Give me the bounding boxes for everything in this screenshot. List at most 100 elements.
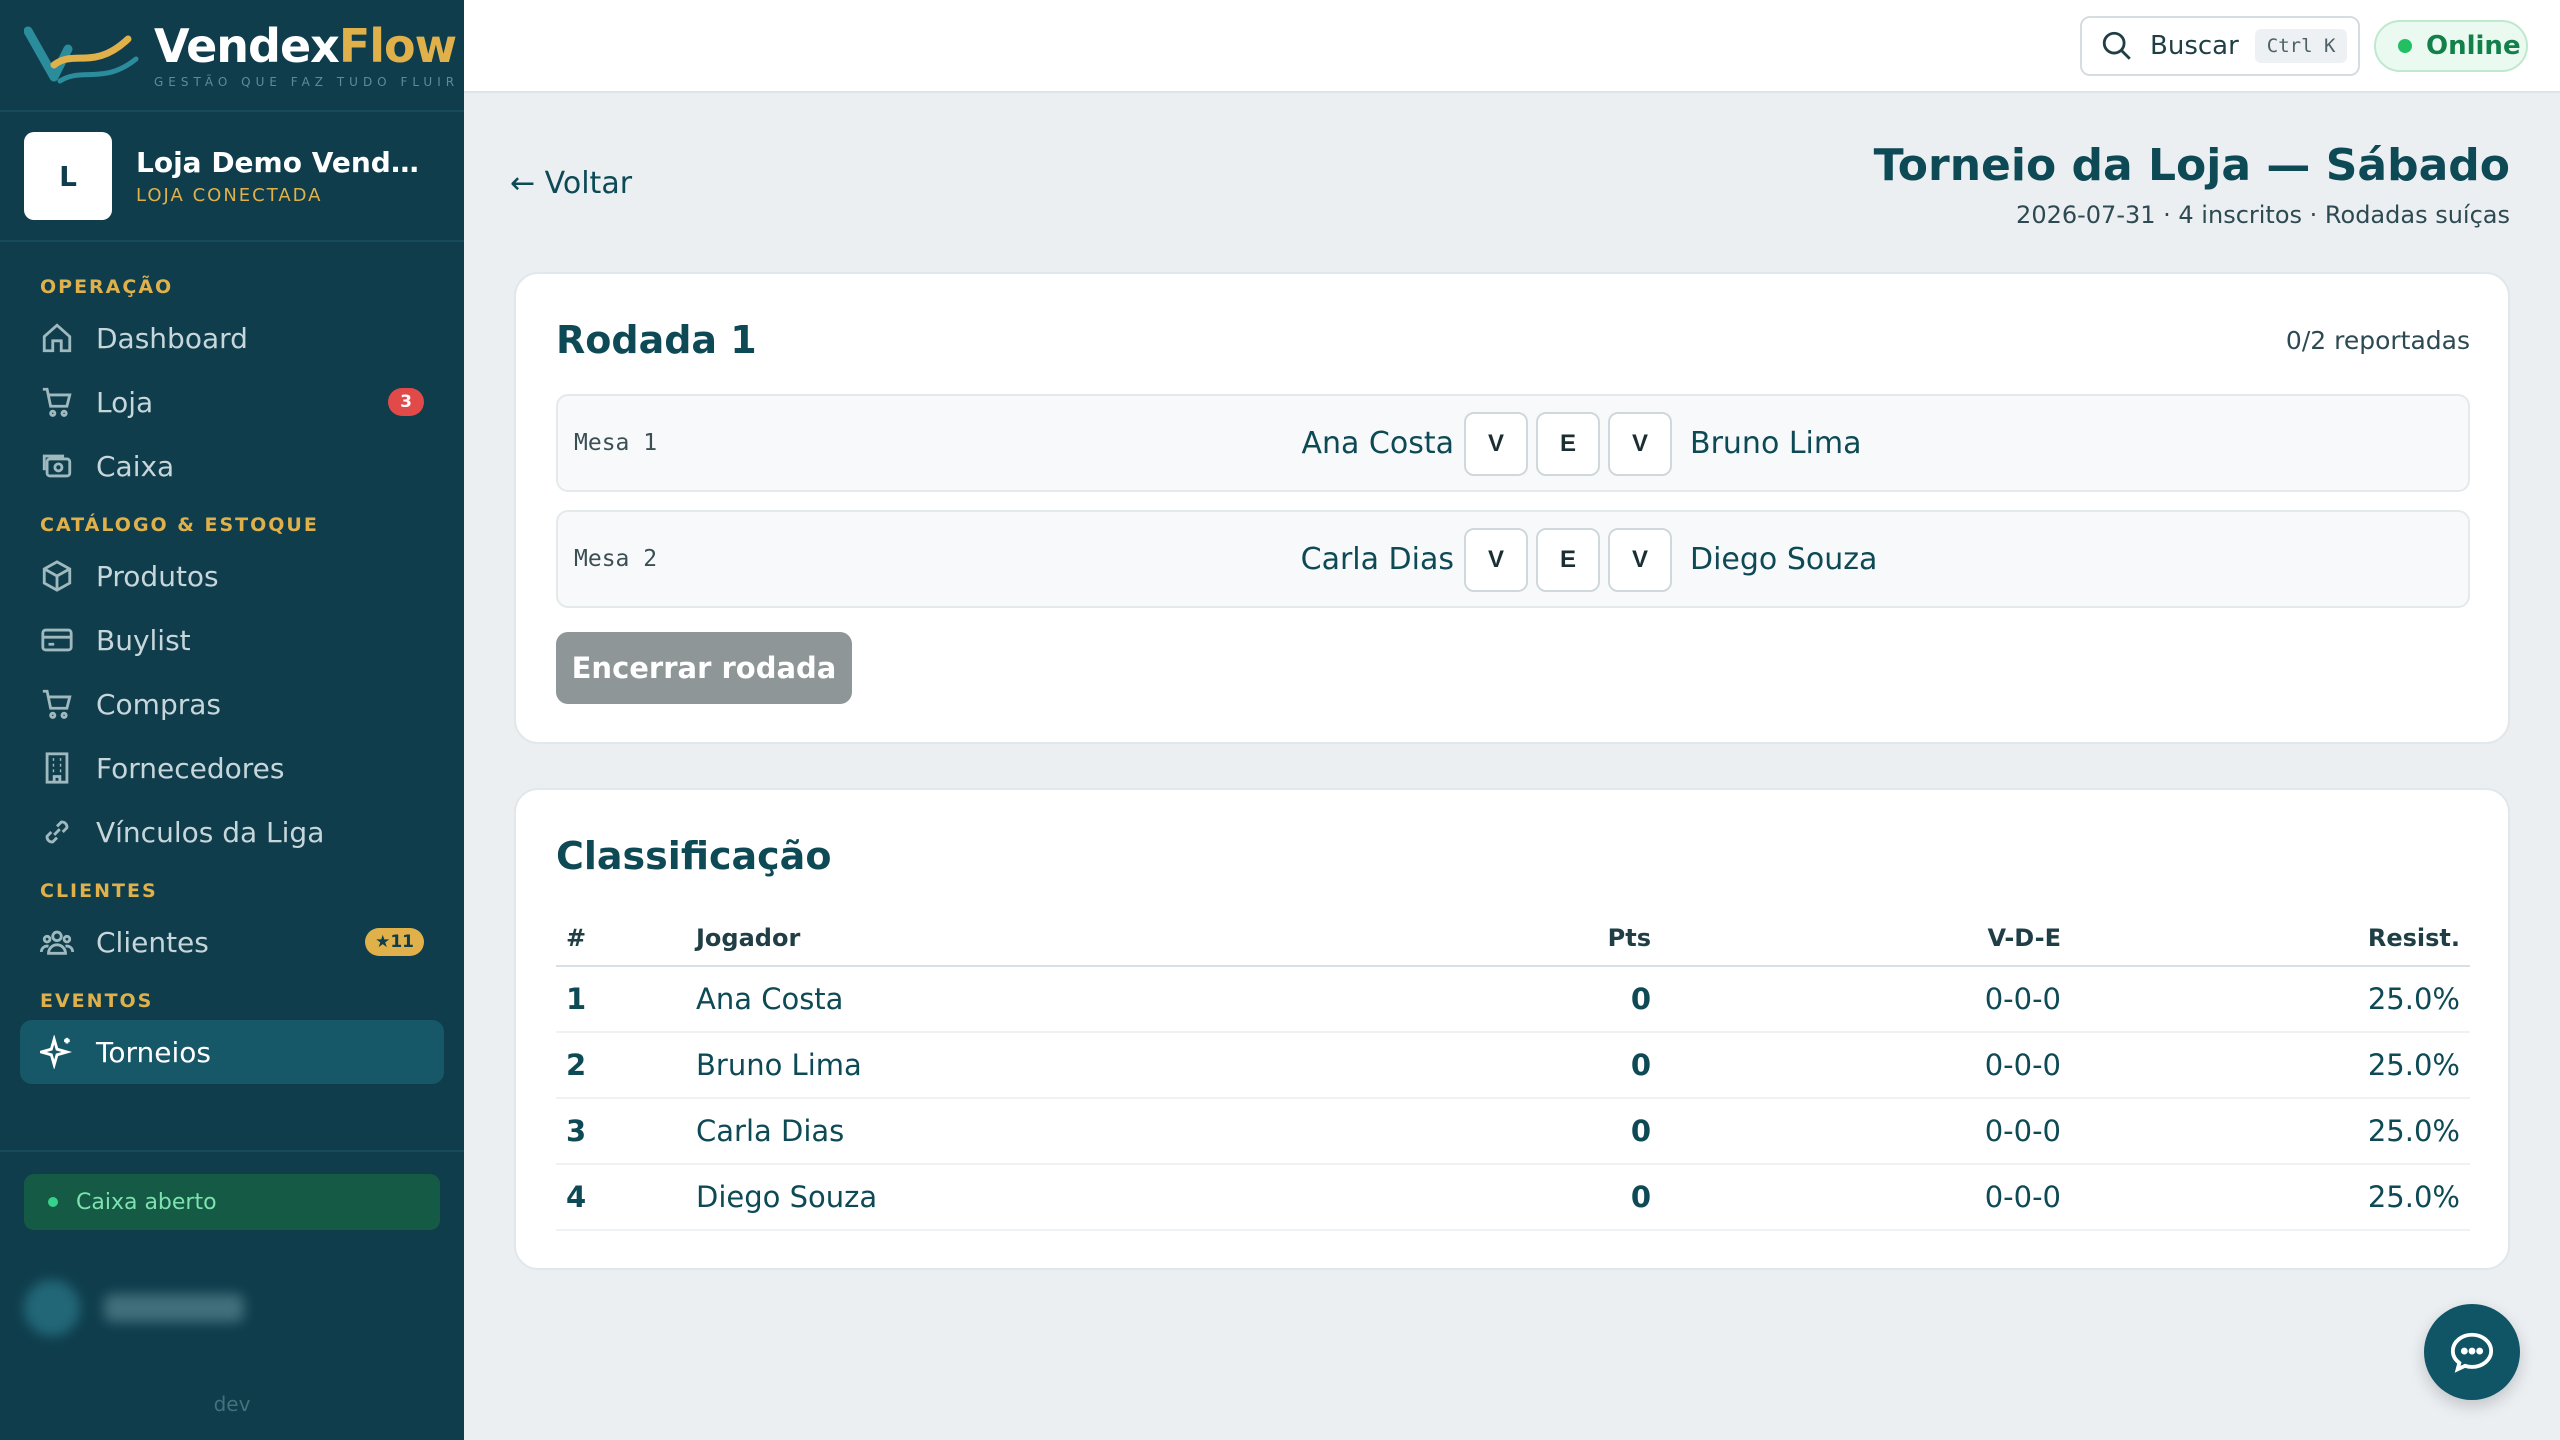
header-rank: # bbox=[556, 910, 686, 967]
vde-cell: 0-0-0 bbox=[1661, 1032, 2071, 1099]
sidebar-item-label: Produtos bbox=[96, 559, 219, 593]
environment-label: dev bbox=[213, 1392, 251, 1416]
search-button[interactable]: Buscar Ctrl K bbox=[2080, 16, 2360, 76]
store-switcher[interactable]: L Loja Demo VendexFl... LOJA CONECTADA bbox=[0, 112, 464, 242]
result-win-a-button[interactable]: V bbox=[1464, 528, 1528, 592]
sidebar-item-label: Vínculos da Liga bbox=[96, 815, 325, 849]
vde-cell: 0-0-0 bbox=[1661, 966, 2071, 1033]
standings-title: Classificação bbox=[556, 834, 832, 878]
sidebar-item-loja[interactable]: Loja 3 bbox=[20, 370, 444, 434]
topbar: Buscar Ctrl K Online bbox=[464, 0, 2560, 93]
box-icon bbox=[42, 560, 72, 592]
standings-card: Classificação # Jogador Pts V-D-E Resist… bbox=[514, 788, 2510, 1270]
chat-icon bbox=[2450, 1332, 2494, 1373]
table-label: Mesa 2 bbox=[574, 546, 658, 572]
player-cell: Carla Dias bbox=[686, 1098, 1386, 1165]
page-subtitle: 2026-07-31 · 4 inscritos · Rodadas suíça… bbox=[2016, 201, 2510, 229]
user-name-redacted bbox=[104, 1294, 244, 1322]
card-icon bbox=[41, 628, 73, 652]
result-win-b-button[interactable]: V bbox=[1608, 528, 1672, 592]
result-buttons: V E V bbox=[1464, 412, 1680, 476]
cash-status-label: Caixa aberto bbox=[76, 1189, 217, 1215]
sidebar-item-fornecedores[interactable]: Fornecedores bbox=[20, 736, 444, 800]
reported-count: 0/2 reportadas bbox=[2285, 326, 2470, 355]
sidebar-item-torneios[interactable]: Torneios bbox=[20, 1020, 444, 1084]
result-win-b-button[interactable]: V bbox=[1608, 412, 1672, 476]
store-avatar: L bbox=[24, 132, 112, 220]
sidebar-item-compras[interactable]: Compras bbox=[20, 672, 444, 736]
home-icon bbox=[42, 323, 72, 353]
search-icon bbox=[2102, 31, 2131, 60]
back-link[interactable]: ← Voltar bbox=[510, 166, 632, 201]
player-cell: Diego Souza bbox=[686, 1164, 1386, 1231]
sidebar-nav: OPERAÇÃO Dashboard Loja 3 Caixa CATÁLOGO… bbox=[0, 242, 464, 1084]
users-icon bbox=[40, 930, 74, 955]
user-profile-blurred[interactable] bbox=[24, 1270, 440, 1346]
nav-section-eventos: EVENTOS bbox=[40, 990, 154, 1012]
table-header-row: # Jogador Pts V-D-E Resist. bbox=[556, 910, 2470, 967]
end-round-button[interactable]: Encerrar rodada bbox=[556, 632, 852, 704]
cash-status-indicator[interactable]: Caixa aberto bbox=[24, 1174, 440, 1230]
cart-icon bbox=[42, 689, 72, 719]
table-row: 2 Bruno Lima 0 0-0-0 25.0% bbox=[556, 1032, 2470, 1099]
player-cell: Ana Costa bbox=[686, 966, 1386, 1033]
round-card: Rodada 1 0/2 reportadas Mesa 1 Ana Costa… bbox=[514, 272, 2510, 744]
brand-tagline: GESTÃO QUE FAZ TUDO FLUIR bbox=[154, 75, 460, 89]
sidebar-item-label: Fornecedores bbox=[96, 751, 285, 785]
resist-cell: 25.0% bbox=[2071, 1098, 2470, 1165]
search-label: Buscar bbox=[2150, 31, 2239, 61]
header-pts: Pts bbox=[1386, 910, 1661, 967]
table-label: Mesa 1 bbox=[574, 430, 658, 456]
page-title: Torneio da Loja — Sábado bbox=[1873, 140, 2510, 191]
nav-section-clientes: CLIENTES bbox=[40, 880, 158, 902]
sidebar-divider bbox=[0, 1150, 464, 1152]
standings-table: # Jogador Pts V-D-E Resist. 1 Ana Costa … bbox=[556, 910, 2470, 1231]
header-vde: V-D-E bbox=[1661, 910, 2071, 967]
chat-button[interactable] bbox=[2424, 1304, 2520, 1400]
table-row: 4 Diego Souza 0 0-0-0 25.0% bbox=[556, 1164, 2470, 1231]
sidebar: VendexFlow GESTÃO QUE FAZ TUDO FLUIR L L… bbox=[0, 0, 464, 1440]
avatar bbox=[24, 1280, 80, 1336]
sidebar-item-label: Torneios bbox=[96, 1035, 211, 1069]
nav-section-operacao: OPERAÇÃO bbox=[40, 276, 174, 298]
header-resist: Resist. bbox=[2071, 910, 2470, 967]
sidebar-item-label: Buylist bbox=[96, 623, 191, 657]
player-cell: Bruno Lima bbox=[686, 1032, 1386, 1099]
rank-cell: 4 bbox=[556, 1164, 686, 1231]
store-name: Loja Demo VendexFl... bbox=[136, 146, 436, 179]
sidebar-item-caixa[interactable]: Caixa bbox=[20, 434, 444, 498]
sidebar-item-label: Compras bbox=[96, 687, 221, 721]
match-row: Mesa 1 Ana Costa V E V Bruno Lima bbox=[556, 394, 2470, 492]
sparkle-icon bbox=[40, 1035, 73, 1069]
sidebar-item-dashboard[interactable]: Dashboard bbox=[20, 306, 444, 370]
pts-cell: 0 bbox=[1386, 1098, 1661, 1165]
result-win-a-button[interactable]: V bbox=[1464, 412, 1528, 476]
round-title: Rodada 1 bbox=[556, 318, 757, 362]
loja-count-badge: 3 bbox=[388, 388, 424, 416]
result-draw-button[interactable]: E bbox=[1536, 528, 1600, 592]
vendexflow-logo-icon bbox=[24, 26, 139, 84]
pts-cell: 0 bbox=[1386, 966, 1661, 1033]
pts-cell: 0 bbox=[1386, 1032, 1661, 1099]
building-icon bbox=[45, 752, 69, 784]
link-icon bbox=[45, 820, 69, 844]
table-row: 3 Carla Dias 0 0-0-0 25.0% bbox=[556, 1098, 2470, 1165]
sidebar-item-label: Dashboard bbox=[96, 321, 248, 355]
clientes-badge: ★11 bbox=[365, 928, 424, 956]
vde-cell: 0-0-0 bbox=[1661, 1164, 2071, 1231]
nav-section-catalogo: CATÁLOGO & ESTOQUE bbox=[40, 514, 319, 536]
brand-logo[interactable]: VendexFlow GESTÃO QUE FAZ TUDO FLUIR bbox=[0, 0, 464, 112]
player-b-name: Diego Souza bbox=[1690, 542, 1878, 577]
cash-icon bbox=[42, 454, 72, 478]
sidebar-item-produtos[interactable]: Produtos bbox=[20, 544, 444, 608]
status-dot-icon bbox=[2398, 39, 2412, 53]
result-draw-button[interactable]: E bbox=[1536, 412, 1600, 476]
sidebar-item-clientes[interactable]: Clientes ★11 bbox=[20, 910, 444, 974]
sidebar-item-label: Caixa bbox=[96, 449, 175, 483]
online-status-badge: Online bbox=[2374, 20, 2528, 72]
sidebar-item-buylist[interactable]: Buylist bbox=[20, 608, 444, 672]
player-a-name: Ana Costa bbox=[1301, 426, 1454, 461]
search-shortcut: Ctrl K bbox=[2254, 29, 2348, 63]
resist-cell: 25.0% bbox=[2071, 1164, 2470, 1231]
sidebar-item-vinculos[interactable]: Vínculos da Liga bbox=[20, 800, 444, 864]
